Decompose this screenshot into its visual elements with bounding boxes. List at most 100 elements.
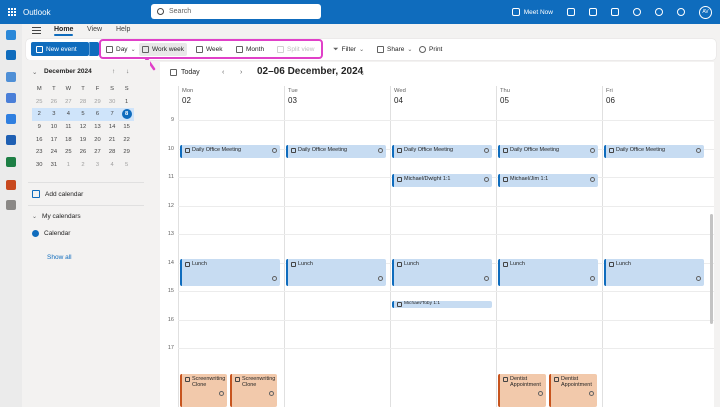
collapse-chevron-icon[interactable]: ⌄ [32, 68, 37, 76]
mini-calendar-day[interactable]: 4 [61, 111, 76, 117]
previous-arrow-icon[interactable]: ‹ [222, 69, 224, 76]
lightbulb-icon[interactable] [677, 8, 685, 16]
calendar-event[interactable]: Lunch [180, 259, 280, 286]
add-calendar-link[interactable]: Add calendar [32, 190, 83, 198]
mini-calendar-day[interactable]: 18 [61, 137, 76, 143]
calendar-event[interactable]: Daily Office Meeting [392, 145, 492, 158]
calendar-event[interactable]: Screenwriting Clone [230, 374, 277, 407]
mini-calendar-day[interactable]: 10 [47, 124, 62, 130]
tab-home[interactable]: Home [54, 26, 74, 36]
tab-view[interactable]: View [87, 26, 102, 33]
my-calendars-group[interactable]: ⌄ My calendars [32, 213, 81, 220]
mini-calendar-day[interactable]: 12 [76, 124, 91, 130]
calendar-event[interactable]: Daily Office Meeting [286, 145, 386, 158]
groups-icon[interactable] [6, 93, 16, 103]
day-header[interactable]: Tue 03 [284, 86, 390, 108]
calendar-event[interactable]: Michael/Jim 1:1 [498, 174, 598, 187]
mini-prev-icon[interactable]: ↑ [112, 68, 115, 75]
mini-calendar-month[interactable]: December 2024 [44, 68, 92, 75]
chat-icon[interactable] [611, 8, 619, 16]
next-arrow-icon[interactable]: › [240, 69, 242, 76]
mini-calendar-day[interactable]: 5 [76, 111, 91, 117]
mini-calendar-day[interactable]: 2 [32, 111, 47, 117]
scrollbar[interactable] [710, 214, 713, 324]
calendar-event[interactable]: Lunch [392, 259, 492, 286]
mini-calendar-day[interactable]: 7 [105, 111, 120, 117]
calendar-event[interactable]: Lunch [604, 259, 704, 286]
mini-calendar-day[interactable]: 30 [32, 162, 47, 168]
share-button[interactable]: Share ⌄ [374, 43, 415, 56]
todo-icon[interactable] [6, 114, 16, 124]
powerpoint-icon[interactable] [6, 180, 16, 190]
print-button[interactable]: Print [416, 43, 445, 56]
bell-icon[interactable] [633, 8, 641, 16]
day-header[interactable]: Wed 04 [390, 86, 496, 108]
mini-calendar-day[interactable]: 29 [119, 149, 134, 155]
mini-next-icon[interactable]: ↓ [126, 68, 129, 75]
calendar-event[interactable]: Lunch [286, 259, 386, 286]
mini-calendar-day[interactable]: 26 [47, 99, 62, 105]
new-event-button[interactable]: New event [31, 42, 89, 56]
filter-button[interactable]: ⏷ Filter ⌄ [330, 43, 367, 56]
mini-calendar-day[interactable]: 4 [105, 162, 120, 168]
mini-calendar-day[interactable]: 27 [61, 99, 76, 105]
meet-now-button[interactable]: Meet Now [511, 8, 553, 16]
mini-calendar-day[interactable]: 1 [119, 99, 134, 105]
mini-calendar-day[interactable]: 17 [47, 137, 62, 143]
show-all-link[interactable]: Show all [47, 254, 72, 261]
mini-calendar-day[interactable]: 30 [105, 99, 120, 105]
day-header[interactable]: Mon 02 [178, 86, 284, 108]
mini-calendar-day[interactable]: 5 [119, 162, 134, 168]
teams-icon[interactable] [567, 8, 575, 16]
avatar[interactable]: AV [699, 5, 712, 19]
calendar-event[interactable]: Dentist Appointment [549, 374, 597, 407]
new-event-dropdown[interactable] [89, 42, 99, 56]
calendar-event[interactable]: Daily Office Meeting [180, 145, 280, 158]
calendar-event[interactable]: Screenwriting Clone [180, 374, 227, 407]
calendar-event[interactable]: Daily Office Meeting [498, 145, 598, 158]
mini-calendar-day[interactable]: 26 [76, 149, 91, 155]
day-header[interactable]: Fri 06 [602, 86, 708, 108]
word-icon[interactable] [6, 135, 16, 145]
people-icon[interactable] [6, 72, 16, 82]
mini-calendar-day[interactable]: 21 [105, 137, 120, 143]
mini-calendar-day[interactable]: 24 [47, 149, 62, 155]
mini-calendar-day[interactable]: 19 [76, 137, 91, 143]
calendar-app-icon[interactable] [6, 50, 16, 60]
mini-calendar-day[interactable]: 27 [90, 149, 105, 155]
today-button[interactable]: Today [170, 69, 200, 76]
mini-calendar-day[interactable]: 22 [119, 137, 134, 143]
chevron-down-icon[interactable]: ⌄ [360, 70, 365, 77]
mini-calendar-day[interactable]: 15 [119, 124, 134, 130]
mini-calendar-day[interactable]: 2 [76, 162, 91, 168]
calendar-event[interactable]: Michael/Toby 1:1 [392, 301, 492, 308]
mini-calendar-day[interactable]: 16 [32, 137, 47, 143]
mini-calendar-day[interactable]: 3 [47, 111, 62, 117]
mini-calendar-day[interactable]: 13 [90, 124, 105, 130]
more-apps-icon[interactable] [6, 200, 16, 210]
calendar-event[interactable]: Dentist Appointment [498, 374, 546, 407]
calendar-item[interactable]: Calendar [32, 230, 70, 237]
day-header[interactable]: Thu 05 [496, 86, 602, 108]
home-icon[interactable] [6, 30, 16, 40]
mini-calendar-day[interactable]: 20 [90, 137, 105, 143]
app-launcher-icon[interactable] [8, 7, 17, 17]
calendar-event[interactable]: Michael/Dwight 1:1 [392, 174, 492, 187]
excel-icon[interactable] [6, 157, 16, 167]
mini-calendar-day[interactable]: 11 [61, 124, 76, 130]
gear-icon[interactable] [655, 8, 663, 16]
mini-calendar-day[interactable]: 28 [105, 149, 120, 155]
mini-calendar-day[interactable]: 31 [47, 162, 62, 168]
mini-calendar-day[interactable]: 25 [61, 149, 76, 155]
search-box[interactable]: Search [151, 4, 321, 19]
mini-calendar-day[interactable]: 3 [90, 162, 105, 168]
office-icon[interactable] [589, 8, 597, 16]
mini-calendar-day[interactable]: 14 [105, 124, 120, 130]
mini-calendar-day[interactable]: 23 [32, 149, 47, 155]
mini-calendar-day[interactable]: 6 [90, 111, 105, 117]
mini-calendar-day[interactable]: 8 [119, 109, 134, 120]
mini-calendar-day[interactable]: 1 [61, 162, 76, 168]
tab-help[interactable]: Help [116, 26, 130, 33]
mini-calendar-day[interactable]: 29 [90, 99, 105, 105]
date-range-title[interactable]: 02–06 December, 2024 [257, 66, 363, 77]
